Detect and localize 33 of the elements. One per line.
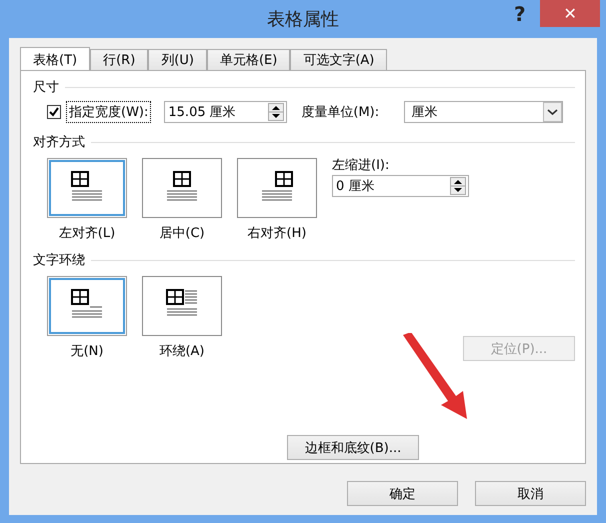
field-label: 度量单位(M): <box>301 104 380 121</box>
section-heading: 尺寸 <box>33 79 59 96</box>
field-label: 左缩进(I): <box>332 157 390 174</box>
panel-button[interactable]: 边框和底纹(B)... <box>287 435 419 460</box>
help-button[interactable]: ? <box>514 2 526 26</box>
option-tile[interactable] <box>47 276 127 336</box>
close-button[interactable]: ✕ <box>540 0 600 27</box>
dialog-button[interactable]: 确定 <box>347 481 458 506</box>
tab[interactable]: 行(R) <box>90 49 148 70</box>
tab[interactable]: 表格(T) <box>20 47 90 71</box>
option-tile[interactable] <box>142 158 222 218</box>
dialog-button[interactable]: 取消 <box>475 481 586 506</box>
option-label: 居中(C) <box>159 225 205 242</box>
spinner-icon[interactable] <box>450 177 466 195</box>
spinner-icon[interactable] <box>268 103 284 121</box>
option-label: 环绕(A) <box>159 343 205 360</box>
option-label: 无(N) <box>70 343 104 360</box>
window-title: 表格属性 <box>267 8 339 31</box>
checkbox[interactable] <box>47 105 61 119</box>
option-label: 左对齐(L) <box>58 225 116 242</box>
option-label: 右对齐(H) <box>248 225 306 242</box>
option-tile[interactable] <box>47 158 127 218</box>
section-heading: 文字环绕 <box>33 252 85 269</box>
tab[interactable]: 单元格(E) <box>206 49 290 70</box>
option-tile[interactable] <box>142 276 222 336</box>
section-heading: 对齐方式 <box>33 134 85 151</box>
width-field[interactable]: 15.05 厘米 <box>164 101 288 123</box>
unit-dropdown[interactable]: 厘米 <box>404 101 564 123</box>
tab[interactable]: 列(U) <box>148 49 207 70</box>
indent-field[interactable]: 0 厘米 <box>332 175 469 197</box>
option-tile[interactable] <box>237 158 317 218</box>
tab[interactable]: 可选文字(A) <box>290 49 388 70</box>
checkbox-label: 指定宽度(W): <box>66 101 152 123</box>
